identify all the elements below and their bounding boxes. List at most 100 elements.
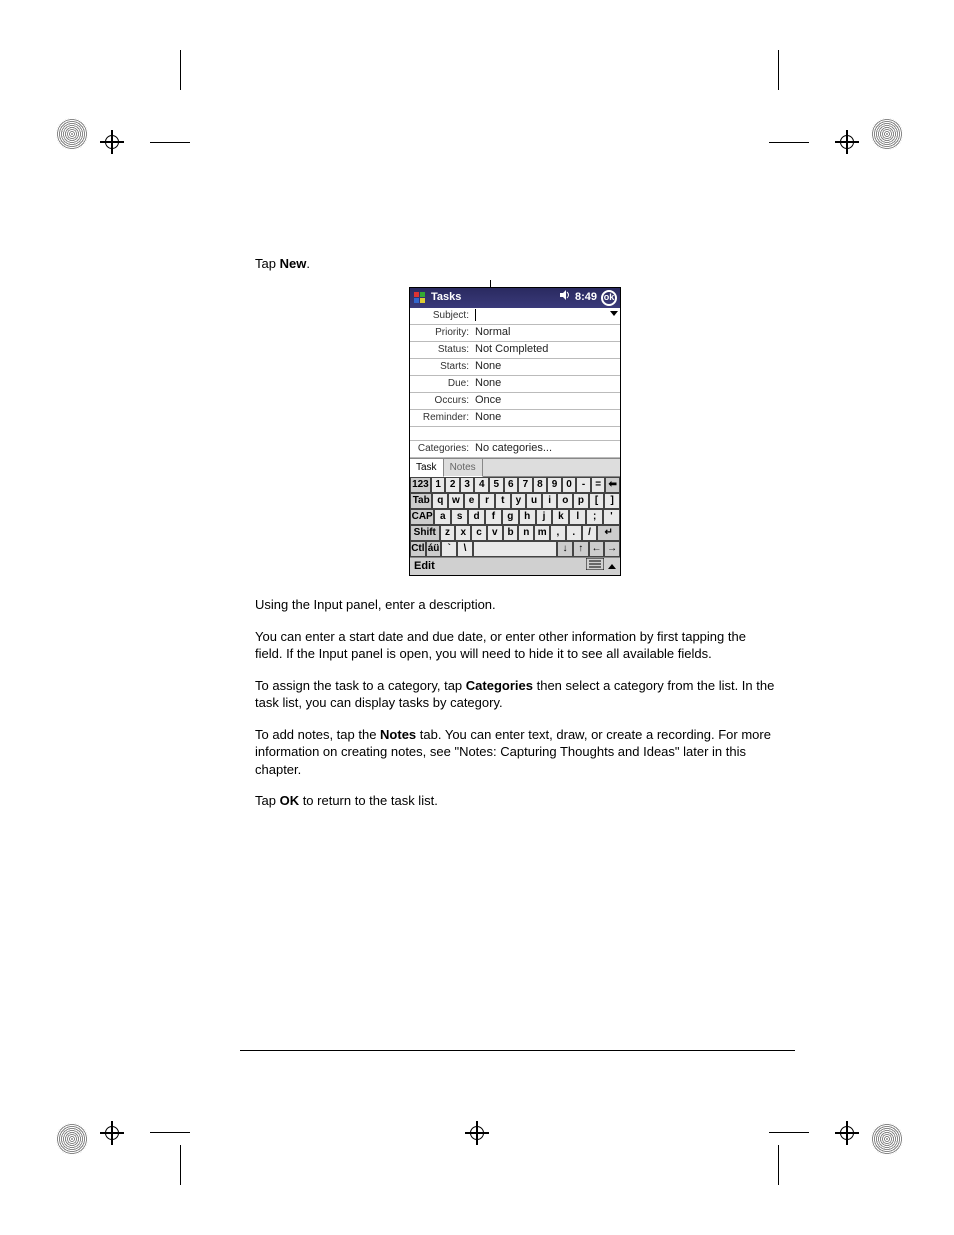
key-8[interactable]: 8 bbox=[533, 477, 548, 493]
app-title: Tasks bbox=[431, 290, 461, 305]
key-ctl[interactable]: Ctl bbox=[410, 541, 426, 557]
key-g[interactable]: g bbox=[502, 509, 519, 525]
key-6[interactable]: 6 bbox=[504, 477, 519, 493]
key-down[interactable]: ↓ bbox=[557, 541, 573, 557]
device-screenshot: Tasks 8:49 ok Subject: Priority: Normal … bbox=[409, 287, 621, 577]
key-s[interactable]: s bbox=[451, 509, 468, 525]
key-b[interactable]: b bbox=[503, 525, 519, 541]
key-backspace[interactable]: ⬅ bbox=[605, 477, 620, 493]
key-123[interactable]: 123 bbox=[410, 477, 431, 493]
footer-rule bbox=[240, 1050, 795, 1051]
key-r[interactable]: r bbox=[479, 493, 495, 509]
kb-row-1: 123 1 2 3 4 5 6 7 8 9 0 - = ⬅ bbox=[410, 477, 620, 493]
instruction-p1: Using the Input panel, enter a descripti… bbox=[255, 596, 775, 614]
subject-field[interactable] bbox=[473, 308, 620, 323]
key-4[interactable]: 4 bbox=[474, 477, 489, 493]
status-field[interactable]: Not Completed bbox=[473, 342, 620, 357]
bottom-bar: Edit bbox=[410, 557, 620, 575]
key-e[interactable]: e bbox=[464, 493, 480, 509]
occurs-field[interactable]: Once bbox=[473, 393, 620, 408]
instruction-p3: To assign the task to a category, tap Ca… bbox=[255, 677, 775, 712]
key-5[interactable]: 5 bbox=[489, 477, 504, 493]
key-y[interactable]: y bbox=[511, 493, 527, 509]
instruction-p5: Tap OK to return to the task list. bbox=[255, 792, 775, 810]
key-k[interactable]: k bbox=[552, 509, 569, 525]
key-u[interactable]: u bbox=[526, 493, 542, 509]
key-x[interactable]: x bbox=[455, 525, 471, 541]
starts-label: Starts: bbox=[410, 360, 473, 374]
key-rbracket[interactable]: ] bbox=[604, 493, 620, 509]
key-backslash[interactable]: \ bbox=[457, 541, 473, 557]
start-flag-icon[interactable] bbox=[413, 291, 427, 305]
key-period[interactable]: . bbox=[566, 525, 582, 541]
key-comma[interactable]: , bbox=[550, 525, 566, 541]
key-0[interactable]: 0 bbox=[562, 477, 577, 493]
key-slash[interactable]: / bbox=[582, 525, 598, 541]
crop-mark-bottom-center bbox=[437, 1065, 517, 1145]
key-j[interactable]: j bbox=[536, 509, 553, 525]
key-backtick[interactable]: ` bbox=[441, 541, 457, 557]
key-i[interactable]: i bbox=[542, 493, 558, 509]
key-n[interactable]: n bbox=[518, 525, 534, 541]
key-enter[interactable]: ↵ bbox=[597, 525, 620, 541]
key-c[interactable]: c bbox=[471, 525, 487, 541]
due-field[interactable]: None bbox=[473, 376, 620, 391]
starts-field[interactable]: None bbox=[473, 359, 620, 374]
key-m[interactable]: m bbox=[534, 525, 550, 541]
key-up[interactable]: ↑ bbox=[573, 541, 589, 557]
edit-menu[interactable]: Edit bbox=[414, 559, 435, 574]
key-p[interactable]: p bbox=[573, 493, 589, 509]
key-lbracket[interactable]: [ bbox=[589, 493, 605, 509]
key-f[interactable]: f bbox=[485, 509, 502, 525]
key-q[interactable]: q bbox=[432, 493, 448, 509]
key-space[interactable] bbox=[473, 541, 557, 557]
kb-row-5: Ctl áü ` \ ↓ ↑ ← → bbox=[410, 541, 620, 557]
key-o[interactable]: o bbox=[557, 493, 573, 509]
key-7[interactable]: 7 bbox=[518, 477, 533, 493]
key-left[interactable]: ← bbox=[589, 541, 605, 557]
key-3[interactable]: 3 bbox=[460, 477, 475, 493]
key-au[interactable]: áü bbox=[426, 541, 442, 557]
key-t[interactable]: t bbox=[495, 493, 511, 509]
kb-row-4: Shift z x c v b n m , . / ↵ bbox=[410, 525, 620, 541]
key-equals[interactable]: = bbox=[591, 477, 606, 493]
input-method-arrow-icon[interactable] bbox=[608, 564, 616, 569]
key-d[interactable]: d bbox=[468, 509, 485, 525]
chevron-down-icon[interactable] bbox=[610, 311, 618, 316]
ok-button[interactable]: ok bbox=[601, 290, 617, 306]
key-right[interactable]: → bbox=[604, 541, 620, 557]
key-1[interactable]: 1 bbox=[431, 477, 446, 493]
key-9[interactable]: 9 bbox=[547, 477, 562, 493]
key-w[interactable]: w bbox=[448, 493, 464, 509]
key-a[interactable]: a bbox=[434, 509, 451, 525]
key-cap[interactable]: CAP bbox=[410, 509, 434, 525]
keyboard-icon[interactable] bbox=[586, 558, 604, 575]
tab-task[interactable]: Task bbox=[410, 459, 444, 478]
reminder-label: Reminder: bbox=[410, 411, 473, 425]
key-l[interactable]: l bbox=[569, 509, 586, 525]
key-shift[interactable]: Shift bbox=[410, 525, 440, 541]
key-v[interactable]: v bbox=[487, 525, 503, 541]
due-label: Due: bbox=[410, 377, 473, 391]
key-minus[interactable]: - bbox=[576, 477, 591, 493]
speaker-icon[interactable] bbox=[559, 289, 571, 306]
crop-mark-top-left bbox=[60, 90, 140, 170]
key-semicolon[interactable]: ; bbox=[586, 509, 603, 525]
crop-mark-bottom-left bbox=[60, 1065, 140, 1145]
priority-field[interactable]: Normal bbox=[473, 325, 620, 340]
reminder-field[interactable]: None bbox=[473, 410, 620, 425]
key-2[interactable]: 2 bbox=[445, 477, 460, 493]
categories-field[interactable]: No categories... bbox=[473, 441, 620, 456]
soft-keyboard[interactable]: 123 1 2 3 4 5 6 7 8 9 0 - = ⬅ Tab q w e … bbox=[410, 477, 620, 557]
instruction-tap-new: Tap New. bbox=[255, 255, 775, 273]
titlebar: Tasks 8:49 ok bbox=[410, 288, 620, 308]
key-tab[interactable]: Tab bbox=[410, 493, 432, 509]
kb-row-2: Tab q w e r t y u i o p [ ] bbox=[410, 493, 620, 509]
crop-mark-top-right bbox=[819, 90, 899, 170]
key-z[interactable]: z bbox=[440, 525, 456, 541]
key-apostrophe[interactable]: ' bbox=[603, 509, 620, 525]
categories-label: Categories: bbox=[410, 442, 473, 456]
page-content: Tap New. Tasks 8:49 ok Subject: Priority… bbox=[255, 255, 775, 824]
key-h[interactable]: h bbox=[519, 509, 536, 525]
tab-notes[interactable]: Notes bbox=[444, 459, 483, 478]
